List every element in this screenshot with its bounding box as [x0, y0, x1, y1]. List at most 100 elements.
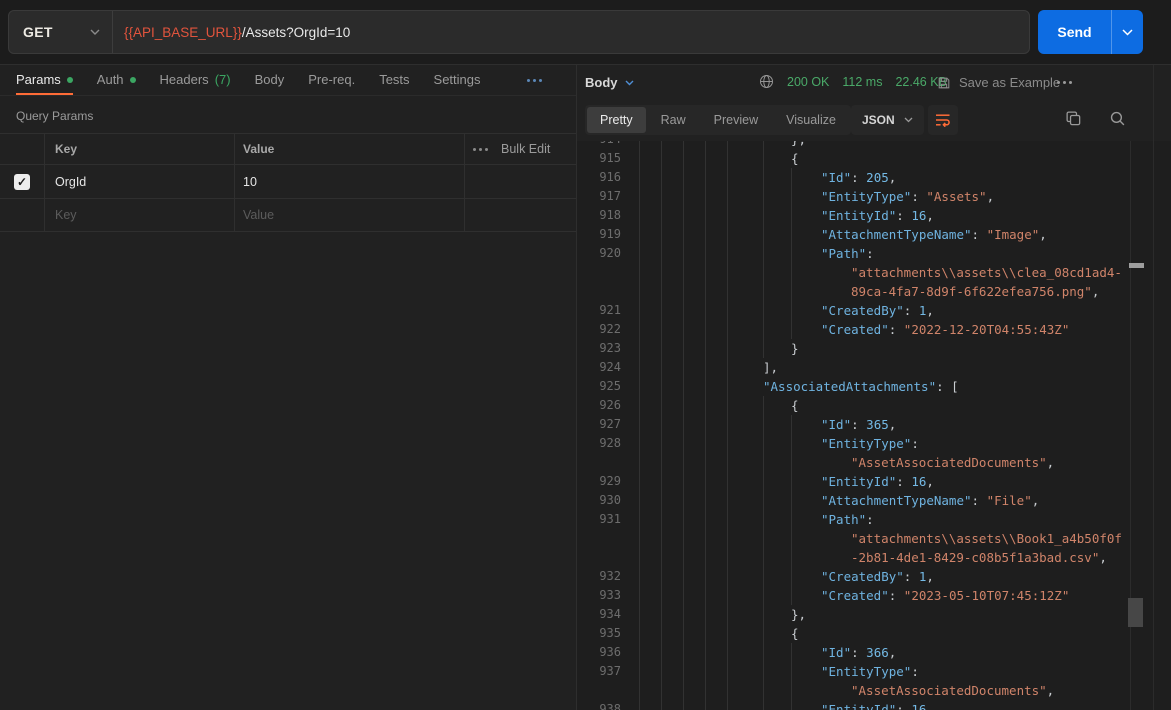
json-token: ,	[926, 208, 934, 223]
url-variable: {{API_BASE_URL}}	[124, 25, 242, 40]
response-body-dropdown[interactable]: Body	[585, 75, 634, 90]
indent-guide	[763, 396, 764, 415]
tab-tests[interactable]: Tests	[379, 65, 409, 95]
json-token: ,	[926, 303, 934, 318]
param-enabled-checkbox[interactable]: ✓	[14, 174, 30, 190]
indent-guide	[763, 548, 764, 567]
save-as-example-button[interactable]: Save as Example	[937, 75, 1060, 90]
json-token: ,	[889, 417, 897, 432]
line-number: 916	[577, 168, 621, 187]
code-line: 937"EntityType":	[577, 662, 1171, 681]
tab-count-badge: (7)	[215, 72, 231, 87]
tab-label: Body	[255, 72, 285, 87]
view-tab-raw[interactable]: Raw	[648, 107, 699, 133]
tab-params[interactable]: Params	[16, 65, 73, 95]
json-token: "Created"	[821, 588, 889, 603]
response-body-viewer[interactable]: 914},915{916"Id": 205,917"EntityType": "…	[577, 141, 1171, 710]
tab-body[interactable]: Body	[255, 65, 285, 95]
indent-guide	[705, 149, 706, 168]
send-button[interactable]: Send	[1038, 10, 1111, 54]
indent-guide	[727, 149, 728, 168]
url-container: GET {{API_BASE_URL}}/Assets?OrgId=10	[8, 10, 1030, 54]
indent-guide	[727, 643, 728, 662]
indent-guide	[683, 244, 684, 263]
code-text: "Path":	[821, 510, 874, 529]
param-key-placeholder[interactable]: Key	[45, 199, 235, 231]
response-header: Body 200 OK 112 ms 22.46 KB	[577, 65, 1171, 103]
line-number: 932	[577, 567, 621, 586]
indent-guide	[705, 225, 706, 244]
code-text: "AttachmentTypeName": "Image",	[821, 225, 1047, 244]
copy-response-button[interactable]	[1065, 110, 1082, 127]
indent-guide	[639, 491, 640, 510]
line-number: 914	[577, 141, 621, 149]
send-options-button[interactable]	[1111, 10, 1143, 54]
param-value-placeholder[interactable]: Value	[235, 199, 465, 231]
globe-icon[interactable]	[759, 74, 774, 89]
view-tab-preview[interactable]: Preview	[701, 107, 771, 133]
indent-guide	[791, 453, 792, 472]
tab-headers[interactable]: Headers(7)	[160, 65, 231, 95]
code-line: 921"CreatedBy": 1,	[577, 301, 1171, 320]
line-number: 936	[577, 643, 621, 662]
indent-guide	[763, 700, 764, 710]
method-selector[interactable]: GET	[9, 11, 113, 53]
json-token: 16	[911, 208, 926, 223]
indent-guide	[705, 643, 706, 662]
json-token: :	[889, 588, 904, 603]
url-input[interactable]: {{API_BASE_URL}}/Assets?OrgId=10	[113, 11, 1029, 53]
indent-guide	[705, 510, 706, 529]
code-text: -2b81-4de1-8429-c08b5f1a3bad.csv",	[851, 548, 1107, 567]
json-token: :	[972, 227, 987, 242]
indent-guide	[683, 141, 684, 149]
json-token: "EntityType"	[821, 664, 911, 679]
tab-auth[interactable]: Auth	[97, 65, 136, 95]
response-more-options-button[interactable]	[1057, 81, 1072, 84]
scrollbar-position-marker[interactable]	[1129, 263, 1144, 268]
line-number: 930	[577, 491, 621, 510]
indent-guide	[727, 301, 728, 320]
scrollbar-thumb[interactable]	[1128, 598, 1143, 627]
indent-guide	[763, 586, 764, 605]
tab-settings[interactable]: Settings	[434, 65, 481, 95]
line-number: 929	[577, 472, 621, 491]
tab-label: Auth	[97, 72, 124, 87]
params-more-options-button[interactable]	[473, 148, 488, 151]
line-number: 934	[577, 605, 621, 624]
indent-guide	[727, 624, 728, 643]
param-value-field[interactable]: 10	[235, 165, 465, 198]
language-dropdown[interactable]: JSON	[851, 105, 924, 135]
indent-guide	[661, 662, 662, 681]
line-number: 924	[577, 358, 621, 377]
param-key-field[interactable]: OrgId	[45, 165, 235, 198]
view-tab-pretty[interactable]: Pretty	[587, 107, 646, 133]
json-token: "attachments\\assets\\Book1_a4b50f0f	[851, 531, 1122, 546]
bulk-edit-button[interactable]: Bulk Edit	[501, 142, 550, 156]
line-wrap-button[interactable]	[928, 105, 958, 135]
tab-prereq[interactable]: Pre-req.	[308, 65, 355, 95]
unsaved-dot	[130, 77, 136, 83]
indent-guide	[727, 244, 728, 263]
code-line: 928"EntityType":	[577, 434, 1171, 453]
indent-guide	[639, 624, 640, 643]
view-tab-visualize[interactable]: Visualize	[773, 107, 849, 133]
json-token: ],	[763, 360, 778, 375]
indent-guide	[727, 586, 728, 605]
indent-guide	[661, 244, 662, 263]
code-text: "attachments\\assets\\clea_08cd1ad4-	[851, 263, 1122, 282]
search-icon	[1109, 110, 1126, 127]
indent-guide	[683, 377, 684, 396]
json-token: ,	[1047, 455, 1055, 470]
code-line: 924],	[577, 358, 1171, 377]
indent-guide	[661, 339, 662, 358]
indent-guide	[683, 624, 684, 643]
indent-guide	[727, 700, 728, 710]
json-token: "AssetAssociatedDocuments"	[851, 455, 1047, 470]
search-response-button[interactable]	[1109, 110, 1126, 127]
indent-guide	[661, 586, 662, 605]
indent-guide	[705, 472, 706, 491]
json-token: ,	[926, 702, 934, 710]
indent-guide	[683, 643, 684, 662]
more-request-tabs-button[interactable]	[527, 79, 542, 82]
code-line: "attachments\\assets\\clea_08cd1ad4-	[577, 263, 1171, 282]
